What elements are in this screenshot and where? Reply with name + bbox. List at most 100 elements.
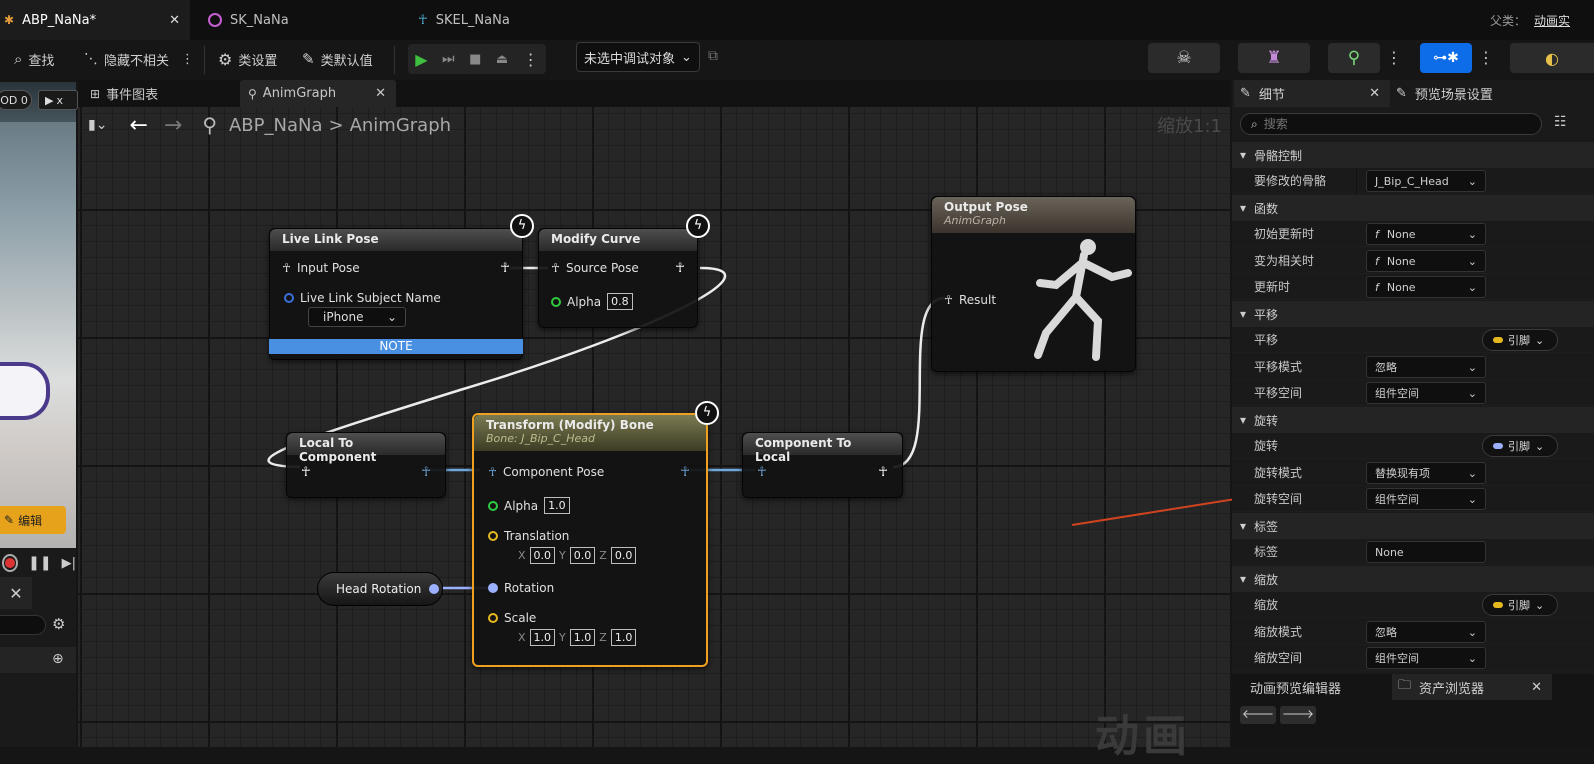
pin-label: Alpha: [567, 294, 602, 309]
rotation-pin-dropdown[interactable]: 引脚 ⌄: [1482, 435, 1558, 457]
dropdown-value: 组件空间: [1375, 493, 1419, 506]
node-component-to-local[interactable]: Component To Local ☥ ☥: [742, 432, 903, 498]
subject-dropdown[interactable]: iPhone ⌄: [308, 307, 406, 327]
column-divider: [1356, 168, 1357, 194]
axis-z-label: Z: [599, 549, 607, 562]
tag-input[interactable]: None: [1366, 541, 1486, 563]
pin-translation[interactable]: Translation: [488, 529, 569, 543]
search-input[interactable]: [1263, 117, 1504, 131]
dropdown-value: 组件空间: [1375, 652, 1419, 665]
pin-scale[interactable]: Scale: [488, 611, 536, 625]
section-translation[interactable]: ▾ 平移: [1232, 301, 1594, 327]
row-label: 要修改的骨骼: [1254, 174, 1327, 188]
rotator-pin-icon[interactable]: [429, 584, 440, 594]
back-arrow-icon[interactable]: 🡐: [1240, 706, 1276, 724]
node-transform-modify-bone[interactable]: Transform (Modify) Bone Bone: J_Bip_C_He…: [472, 413, 708, 667]
component-pose-input-pin[interactable]: ☥: [757, 465, 767, 480]
scale-y-value[interactable]: 1.0: [569, 629, 596, 646]
pin-result[interactable]: ☥ Result: [944, 293, 996, 307]
section-rotation[interactable]: ▾ 旋转: [1232, 407, 1594, 433]
section-tag[interactable]: ▾ 标签: [1232, 513, 1594, 539]
details-search[interactable]: ⌕: [1240, 113, 1542, 135]
node-modify-curve[interactable]: Modify Curve ☥ Source Pose ☥ Alpha 0.8: [538, 228, 698, 328]
dropdown-value: J_Bip_C_Head: [1375, 174, 1449, 188]
pin-label: Translation: [504, 529, 570, 543]
close-icon[interactable]: ✕: [1369, 86, 1380, 101]
alpha-value[interactable]: 0.8: [607, 293, 633, 310]
section-skeletal-control[interactable]: ▾ 骨骼控制: [1232, 142, 1594, 168]
dropdown-value: 组件空间: [1375, 387, 1419, 400]
pin-component-pose[interactable]: ☥ Component Pose: [488, 465, 604, 479]
scale-pin-dropdown[interactable]: 引脚 ⌄: [1482, 594, 1558, 616]
pose-output-pin[interactable]: ☥: [500, 261, 510, 276]
forward-arrow-icon[interactable]: 🡒: [1280, 706, 1316, 724]
section-functions[interactable]: ▾ 函数: [1232, 195, 1594, 221]
search-icon: ⌕: [1251, 116, 1258, 131]
section-scale[interactable]: ▾ 缩放: [1232, 566, 1594, 592]
node-local-to-component[interactable]: Local To Component ☥ ☥: [286, 432, 446, 498]
function-dropdown[interactable]: f None ⌄: [1366, 250, 1486, 272]
variable-head-rotation[interactable]: Head Rotation: [317, 572, 443, 606]
function-dropdown[interactable]: f None ⌄: [1366, 223, 1486, 245]
dropdown-value: None: [1386, 254, 1416, 268]
chevron-down-icon: ⌄: [1467, 466, 1477, 480]
chevron-down-icon: ▾: [1240, 201, 1247, 215]
row-label: 标签: [1254, 545, 1279, 559]
pin-alpha[interactable]: Alpha 1.0: [488, 497, 570, 514]
pin-input-pose[interactable]: ☥ Input Pose: [282, 261, 360, 275]
translation-z-value[interactable]: 0.0: [610, 547, 637, 564]
node-title: Local To Component: [287, 433, 445, 464]
translation-mode-dropdown[interactable]: 忽略 ⌄: [1366, 356, 1486, 378]
node-output-pose[interactable]: Output Pose AnimGraph ☥ Result: [931, 196, 1136, 372]
view-options-icon[interactable]: ☷: [1554, 114, 1567, 130]
dropdown-value: 忽略: [1375, 361, 1397, 374]
scale-x-value[interactable]: 1.0: [529, 629, 556, 646]
translation-x-value[interactable]: 0.0: [529, 547, 556, 564]
vector-pin-icon: [488, 613, 498, 623]
node-header: Transform (Modify) Bone Bone: J_Bip_C_He…: [474, 415, 706, 451]
tab-asset-browser[interactable]: 🗀 资产浏览器 ✕: [1392, 674, 1552, 700]
translation-space-dropdown[interactable]: 组件空间 ⌄: [1366, 382, 1486, 404]
rotation-mode-dropdown[interactable]: 替换现有项 ⌄: [1366, 462, 1486, 484]
translation-y-value[interactable]: 0.0: [569, 547, 596, 564]
pose-output-pin[interactable]: ☥: [675, 261, 685, 276]
fast-path-icon: ϟ: [686, 214, 710, 238]
pose-output-pin[interactable]: ☥: [878, 465, 888, 480]
function-dropdown[interactable]: f None ⌄: [1366, 276, 1486, 298]
alpha-value[interactable]: 1.0: [544, 497, 570, 514]
node-title: Live Link Pose: [270, 229, 522, 251]
pin-source-pose[interactable]: ☥ Source Pose: [551, 261, 639, 275]
rotation-space-dropdown[interactable]: 组件空间 ⌄: [1366, 488, 1486, 510]
tab-anim-preview-editor[interactable]: 动画预览编辑器: [1250, 674, 1341, 700]
section-label: 骨骼控制: [1254, 148, 1303, 163]
scale-space-dropdown[interactable]: 组件空间 ⌄: [1366, 647, 1486, 669]
node-live-link-pose[interactable]: Live Link Pose ☥ Input Pose ☥ Live Link …: [269, 228, 523, 360]
close-icon[interactable]: ✕: [1531, 680, 1542, 695]
pin-subject-name[interactable]: Live Link Subject Name: [284, 291, 441, 305]
scale-z-value[interactable]: 1.0: [610, 629, 637, 646]
dropdown-value: None: [1386, 227, 1416, 241]
pose-input-pin[interactable]: ☥: [301, 465, 311, 480]
tab-preview-scene-settings[interactable]: ✎ 预览场景设置: [1396, 80, 1592, 107]
pin-label: Result: [958, 293, 997, 307]
chevron-down-icon: ⌄: [1535, 439, 1545, 453]
row-label: 旋转空间: [1254, 492, 1303, 506]
float-pin-icon: [551, 296, 561, 307]
function-icon: f: [1375, 227, 1379, 241]
pin-alpha[interactable]: Alpha 0.8: [551, 293, 633, 310]
running-mannequin-icon: [1034, 239, 1132, 361]
dropdown-value: 忽略: [1375, 626, 1397, 639]
node-subtitle: Bone: J_Bip_C_Head: [486, 432, 595, 445]
section-label: 标签: [1254, 519, 1279, 534]
pose-pin-icon: ☥: [282, 261, 291, 275]
scale-mode-dropdown[interactable]: 忽略 ⌄: [1366, 621, 1486, 643]
component-pose-output-pin[interactable]: ☥: [680, 465, 690, 480]
node-title: Component To Local: [743, 433, 902, 464]
translation-pin-dropdown[interactable]: 引脚 ⌄: [1482, 329, 1558, 351]
tab-details[interactable]: ✎ 细节 ✕: [1234, 80, 1390, 107]
bone-dropdown[interactable]: J_Bip_C_Head ⌄: [1366, 170, 1486, 192]
component-pose-output-pin[interactable]: ☥: [421, 465, 431, 480]
pin-label: Source Pose: [565, 261, 639, 275]
subject-value: iPhone: [323, 310, 364, 324]
pin-rotation[interactable]: Rotation: [488, 581, 554, 595]
